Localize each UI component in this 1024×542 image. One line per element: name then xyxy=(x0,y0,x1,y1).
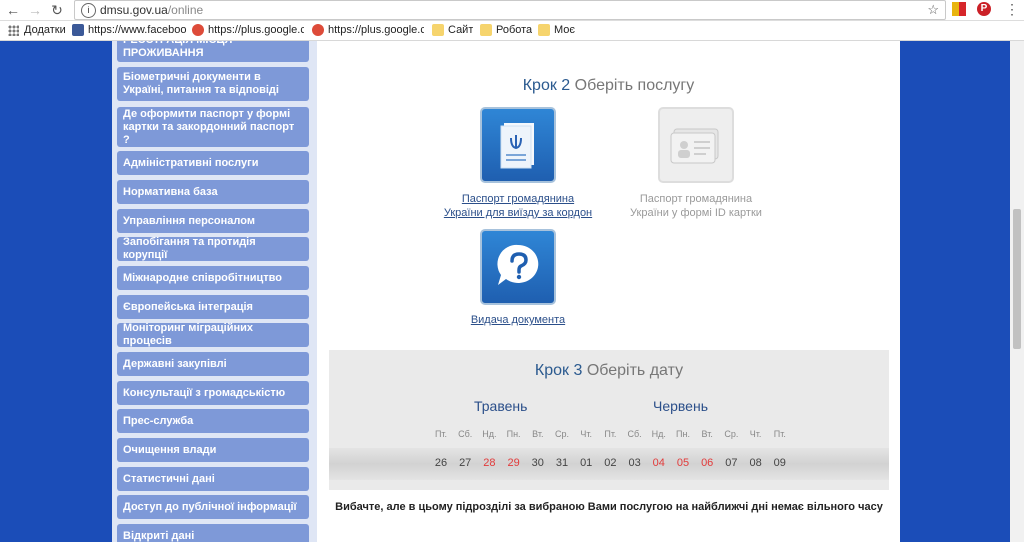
service-foreign-passport-tile[interactable] xyxy=(480,107,556,183)
apps-grid-icon xyxy=(8,24,19,36)
sidebar-item-open-data[interactable]: Відкриті дані xyxy=(117,524,309,542)
month-label-june: Червень xyxy=(653,398,708,414)
bookmark-apps[interactable]: Додатки xyxy=(8,21,66,40)
sidebar-item-migration-monitoring[interactable]: Моніторинг міграційних процесів xyxy=(117,322,309,347)
weekday-label: Пт. xyxy=(604,429,617,439)
passport-icon xyxy=(500,123,534,169)
site-info-icon[interactable]: i xyxy=(81,3,96,18)
sidebar-item-personnel[interactable]: Управління персоналом xyxy=(117,209,309,233)
service-document-issue-link[interactable]: Видача документа xyxy=(450,313,586,327)
forward-arrow-icon[interactable]: → xyxy=(26,1,44,19)
calendar-date[interactable]: 01 xyxy=(574,457,598,469)
weekday-label: Вт. xyxy=(532,429,544,439)
bookmark-folder-mine[interactable]: Моє xyxy=(538,21,575,40)
bookmark-gplus-1[interactable]: https://plus.google.co xyxy=(192,21,304,40)
weekday-label: Пн. xyxy=(676,429,690,439)
browser-toolbar: ← → ↻ i dmsu.gov.ua/online ☆ P ⋮ xyxy=(0,0,1024,21)
question-bubble-icon xyxy=(497,244,539,285)
bookmark-star-icon[interactable]: ☆ xyxy=(927,1,939,19)
bookmarks-bar: Додатки https://www.faceboo https://plus… xyxy=(0,21,1024,41)
bookmark-folder-site[interactable]: Сайт xyxy=(432,21,473,40)
weekday-label: Ср. xyxy=(554,429,569,439)
weekday-label: Пт. xyxy=(434,429,448,439)
back-arrow-icon[interactable]: ← xyxy=(4,1,22,19)
no-slots-message-box: Вибачте, але в цьому підрозділі за вибра… xyxy=(329,490,889,542)
bookmark-facebook[interactable]: https://www.faceboo xyxy=(72,21,186,40)
calendar-date[interactable]: 31 xyxy=(550,457,574,469)
service-id-card-tile xyxy=(658,107,734,183)
url-host: dmsu.gov.ua xyxy=(100,3,168,17)
sidebar-item-residence-registration[interactable]: РЕЄСТРАЦІЯ МІСЦЯ ПРОЖИВАННЯ xyxy=(117,41,309,62)
weekday-label: Сб. xyxy=(627,429,642,439)
calendar-date[interactable]: 04 xyxy=(647,457,671,469)
sidebar-item-statistics[interactable]: Статистичні дані xyxy=(117,467,309,491)
facebook-icon xyxy=(72,24,84,37)
weekday-label: Нд. xyxy=(482,429,497,439)
address-bar[interactable]: i dmsu.gov.ua/online ☆ xyxy=(74,0,946,20)
calendar-date[interactable]: 29 xyxy=(502,457,526,469)
step3-calendar-panel: Крок 3 Оберіть дату Травень Червень Пт. С… xyxy=(329,350,889,542)
calendar-date[interactable]: 30 xyxy=(526,457,550,469)
folder-icon xyxy=(480,24,492,37)
id-card-icon xyxy=(670,128,719,164)
menu-dots-icon[interactable]: ⋮ xyxy=(1003,0,1021,18)
sidebar-item-biometric-docs[interactable]: Біометричні документи в Україні, питання… xyxy=(117,67,309,101)
calendar-date[interactable]: 27 xyxy=(453,457,477,469)
sidebar-item-where-passport[interactable]: Де оформити паспорт у формі картки та за… xyxy=(117,107,309,147)
reload-icon[interactable]: ↻ xyxy=(48,1,66,19)
weekday-label: Вт. xyxy=(701,429,713,439)
calendar-date[interactable]: 03 xyxy=(623,457,647,469)
bookmark-folder-work[interactable]: Робота xyxy=(480,21,532,40)
service-foreign-passport-link[interactable]: Паспорт громадянина України для виїзду з… xyxy=(430,192,606,220)
weekday-label: Сб. xyxy=(458,429,473,439)
weekday-label: Чт. xyxy=(580,429,592,439)
weekday-label: Пн. xyxy=(506,429,521,439)
sidebar-item-regulatory-base[interactable]: Нормативна база xyxy=(117,180,309,204)
weekday-label: Нд. xyxy=(651,429,666,439)
calendar-date[interactable]: 05 xyxy=(671,457,695,469)
pinterest-icon[interactable]: P xyxy=(977,2,991,16)
calendar-date[interactable]: 09 xyxy=(768,457,792,469)
page-scrollbar[interactable] xyxy=(1010,41,1024,542)
sidebar-item-lustration[interactable]: Очищення влади xyxy=(117,438,309,462)
main-content: Крок 2 Оберіть послугу Паспорт громадяни… xyxy=(317,41,900,542)
extension-icon[interactable] xyxy=(952,2,966,16)
calendar-date[interactable]: 26 xyxy=(429,457,453,469)
weekday-label: Чт. xyxy=(749,429,762,439)
sidebar-item-international[interactable]: Міжнародне співробітництво xyxy=(117,266,309,290)
sidebar-item-press-service[interactable]: Прес-служба xyxy=(117,409,309,433)
step3-heading: Крок 3 Оберіть дату xyxy=(534,362,684,379)
weekday-label: Пт. xyxy=(773,429,786,439)
month-label-may: Травень xyxy=(474,398,528,414)
calendar-date[interactable]: 06 xyxy=(695,457,719,469)
sidebar-item-admin-services[interactable]: Адміністративні послуги xyxy=(117,151,309,175)
sidebar-item-eu-integration[interactable]: Європейська інтеграція xyxy=(117,295,309,319)
url-path: /online xyxy=(167,3,204,17)
calendar-date[interactable]: 28 xyxy=(477,457,501,469)
calendar-date[interactable]: 07 xyxy=(719,457,743,469)
sidebar-menu: РЕЄСТРАЦІЯ МІСЦЯ ПРОЖИВАННЯ Біометричні … xyxy=(112,41,317,542)
sidebar-item-procurement[interactable]: Державні закупівлі xyxy=(117,352,309,376)
scrollbar-thumb[interactable] xyxy=(1013,209,1021,349)
sidebar-item-public-info[interactable]: Доступ до публічної інформації xyxy=(117,495,309,519)
weekday-label: Ср. xyxy=(724,429,739,439)
bookmark-gplus-2[interactable]: https://plus.google.co xyxy=(312,21,424,40)
sidebar-item-public-consultations[interactable]: Консультації з громадськістю xyxy=(117,381,309,405)
service-id-card-label: Паспорт громадянина України у формі ID к… xyxy=(630,193,762,219)
calendar-date[interactable]: 08 xyxy=(744,457,768,469)
step2-heading: Крок 2 Оберіть послугу xyxy=(522,77,695,94)
google-plus-icon xyxy=(192,24,204,37)
no-slots-message: Вибачте, але в цьому підрозділі за вибра… xyxy=(335,501,883,513)
google-plus-icon xyxy=(312,24,324,37)
sidebar-item-anticorruption[interactable]: Запобігання та протидія корупції xyxy=(117,236,309,261)
folder-icon xyxy=(432,24,444,37)
calendar-date[interactable]: 02 xyxy=(598,457,622,469)
folder-icon xyxy=(538,24,550,37)
page-viewport: РЕЄСТРАЦІЯ МІСЦЯ ПРОЖИВАННЯ Біометричні … xyxy=(0,41,1024,542)
service-document-issue-tile[interactable] xyxy=(480,229,556,305)
